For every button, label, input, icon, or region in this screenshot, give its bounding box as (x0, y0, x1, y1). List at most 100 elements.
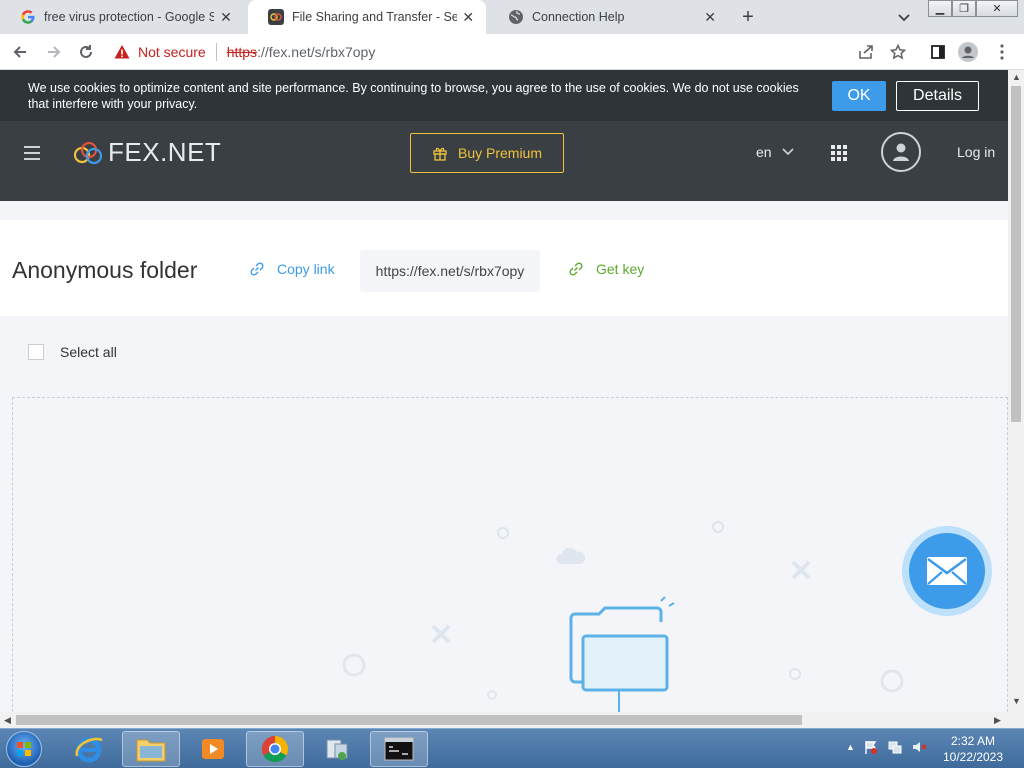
file-drop-zone[interactable] (12, 397, 1008, 712)
tab-strip: free virus protection - Google Se ✕ File… (0, 0, 1024, 34)
fex-favicon-icon (268, 9, 284, 25)
close-tab-icon[interactable]: ✕ (702, 9, 718, 25)
logo-text: FEX.NET (108, 137, 222, 167)
horizontal-scrollbar[interactable]: ◀ ▶ (0, 712, 1024, 728)
chevron-down-icon (782, 148, 794, 156)
page-content: We use cookies to optimize content and s… (0, 70, 1008, 712)
media-player-icon (202, 739, 224, 759)
start-button[interactable] (6, 731, 42, 767)
user-icon (893, 143, 909, 161)
cookie-ok-button[interactable]: OK (832, 81, 886, 111)
taskbar-media-player[interactable] (184, 731, 242, 767)
feedback-mail-button[interactable] (902, 526, 992, 616)
vertical-scroll-thumb[interactable] (1011, 86, 1021, 422)
taskbar-chrome[interactable] (246, 731, 304, 767)
scroll-right-arrow-icon[interactable]: ▶ (994, 715, 1001, 726)
share-button[interactable] (856, 42, 876, 62)
clock-date: 10/22/2023 (942, 750, 1004, 764)
taskbar-command-prompt[interactable] (370, 731, 428, 767)
tab-google-search[interactable]: free virus protection - Google Se ✕ (0, 0, 246, 34)
security-status-label[interactable]: Not secure (138, 44, 206, 60)
warning-triangle-icon[interactable] (114, 44, 130, 60)
envelope-icon (927, 557, 967, 585)
url-scheme: https (226, 44, 258, 60)
network-status-icon[interactable] (887, 739, 903, 755)
apps-grid-icon[interactable] (831, 145, 847, 161)
taskbar-file-explorer[interactable] (122, 731, 180, 767)
address-bar[interactable]: Not secure https ://fex.net/s/rbx7opy (104, 38, 924, 66)
maximize-button[interactable]: ❐ (952, 0, 976, 17)
vertical-scrollbar[interactable]: ▲ ▼ (1008, 70, 1024, 712)
cookie-details-button[interactable]: Details (896, 81, 979, 111)
command-prompt-icon (384, 737, 414, 761)
forward-button[interactable] (44, 42, 64, 62)
tab-title: File Sharing and Transfer - Send l (292, 10, 457, 24)
scroll-up-arrow-icon[interactable]: ▲ (1012, 72, 1021, 82)
action-center-flag-icon[interactable] (863, 739, 879, 755)
user-avatar-button[interactable] (881, 132, 921, 172)
scroll-left-arrow-icon[interactable]: ◀ (4, 715, 11, 726)
empty-folder-icon (569, 596, 675, 712)
buy-premium-button[interactable]: Buy Premium (410, 133, 564, 173)
star-icon (890, 44, 906, 60)
decor-circle-icon (789, 668, 801, 680)
clock-time: 2:32 AM (950, 734, 996, 748)
copy-link-button[interactable]: Copy link (248, 260, 335, 278)
tab-connection-help[interactable]: Connection Help ✕ (488, 0, 728, 34)
login-link[interactable]: Log in (957, 144, 995, 160)
taskbar-clock[interactable]: 2:32 AM 10/22/2023 (940, 733, 1006, 765)
scroll-down-arrow-icon[interactable]: ▼ (1012, 696, 1021, 706)
get-key-label: Get key (596, 261, 645, 277)
system-tray: ▲ (846, 739, 927, 755)
back-arrow-icon (13, 46, 26, 58)
bookmark-button[interactable] (888, 42, 908, 62)
hamburger-menu-icon[interactable] (24, 146, 40, 160)
select-all-control[interactable]: Select all (28, 344, 117, 360)
side-panel-icon (931, 45, 945, 59)
close-window-button[interactable]: ✕ (976, 0, 1018, 17)
tab-search-chevron-icon[interactable] (896, 9, 912, 25)
internet-explorer-icon (75, 737, 103, 763)
profile-button[interactable] (958, 42, 978, 62)
show-hidden-icons-icon[interactable]: ▲ (846, 742, 855, 752)
new-tab-button[interactable]: + (738, 7, 758, 27)
fex-cloud-logo-icon (73, 141, 103, 164)
get-key-button[interactable]: Get key (567, 260, 644, 278)
tab-title: free virus protection - Google Se (44, 10, 214, 24)
windows-logo-icon (17, 742, 31, 756)
close-tab-icon[interactable]: ✕ (218, 9, 234, 25)
share-url-field[interactable]: https://fex.net/s/rbx7opy (360, 250, 540, 292)
decor-cloud-icon (556, 547, 586, 564)
copy-link-label: Copy link (277, 261, 335, 277)
select-all-checkbox[interactable] (28, 344, 44, 360)
fex-logo[interactable]: FEX.NET (72, 137, 221, 168)
tab-fex-file-sharing[interactable]: File Sharing and Transfer - Send l ✕ (248, 0, 486, 34)
language-selector[interactable]: en (756, 144, 794, 160)
mail-button-inner (909, 533, 985, 609)
taskbar-network-tool[interactable] (308, 731, 366, 767)
key-link-icon (569, 262, 583, 276)
link-icon (250, 262, 264, 276)
language-label: en (756, 144, 772, 160)
decor-circle-icon (712, 521, 724, 533)
header-strip (0, 185, 1008, 201)
close-tab-icon[interactable]: ✕ (461, 9, 476, 25)
browser-toolbar: Not secure https ://fex.net/s/rbx7opy (0, 34, 1024, 70)
decor-cross-icon (791, 560, 811, 580)
chrome-icon (261, 735, 289, 763)
reload-button[interactable] (76, 42, 96, 62)
back-button[interactable] (10, 42, 30, 62)
taskbar-internet-explorer[interactable] (60, 731, 118, 767)
chrome-menu-button[interactable] (992, 42, 1012, 62)
decor-circle-icon (342, 653, 366, 677)
tab-title: Connection Help (532, 10, 625, 24)
gift-icon (433, 147, 447, 161)
kebab-menu-icon (1000, 44, 1004, 60)
minimize-button[interactable]: ▁ (928, 0, 952, 17)
reload-icon (80, 45, 92, 58)
windows-taskbar: ▲ 2:32 AM 10/22/2023 (0, 728, 1024, 768)
side-panel-button[interactable] (928, 42, 948, 62)
horizontal-scroll-thumb[interactable] (16, 715, 802, 725)
folder-info-bar: Anonymous folder Copy link https://fex.n… (0, 220, 1008, 316)
volume-muted-icon[interactable] (911, 739, 927, 755)
